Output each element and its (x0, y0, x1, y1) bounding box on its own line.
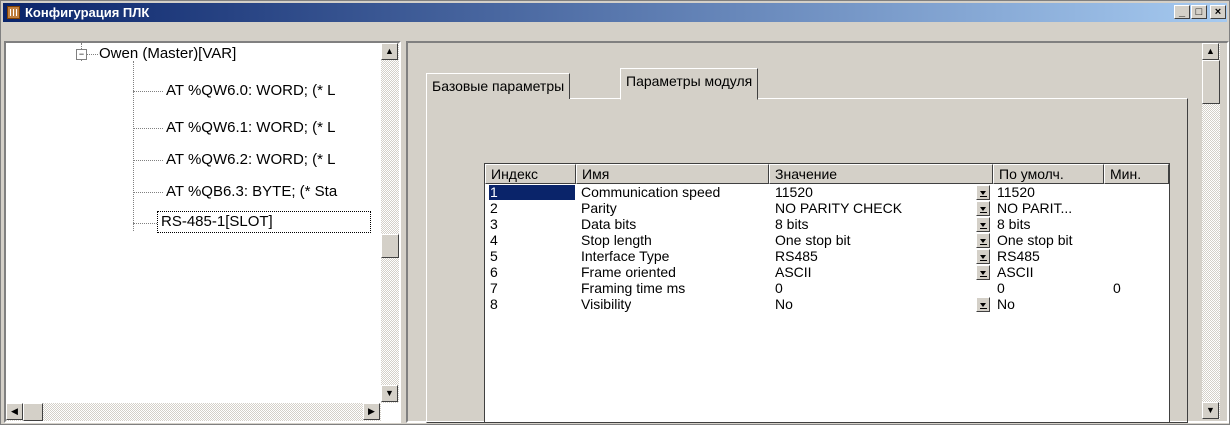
close-button[interactable]: × (1210, 5, 1226, 19)
pane-scroll-up-button[interactable]: ▲ (1202, 43, 1219, 60)
window-title: Конфигурация ПЛК (25, 5, 150, 20)
row-index[interactable]: 3 (490, 216, 498, 232)
tree-line (133, 128, 163, 129)
tree-line (86, 54, 98, 55)
row-index[interactable]: 5 (490, 248, 498, 264)
row-value[interactable]: NO PARITY CHECK (775, 200, 902, 216)
dropdown-arrow-icon[interactable] (976, 249, 990, 264)
selected-cell-highlight (489, 185, 575, 200)
tree-line (133, 91, 163, 92)
row-name[interactable]: Visibility (581, 296, 631, 312)
scroll-up-button[interactable]: ▲ (381, 43, 398, 60)
row-name[interactable]: Framing time ms (581, 280, 685, 296)
title-bar[interactable]: Конфигурация ПЛК _ □ × (3, 3, 1227, 22)
row-value[interactable]: One stop bit (775, 232, 851, 248)
column-header-index[interactable]: Индекс (485, 164, 576, 184)
scroll-right-button[interactable]: ▶ (363, 403, 380, 420)
tree-item[interactable]: AT %QW6.1: WORD; (* L (166, 119, 335, 137)
maximize-button[interactable]: □ (1191, 5, 1207, 19)
column-header-name[interactable]: Имя (576, 164, 769, 184)
row-default: 8 bits (997, 216, 1031, 232)
dropdown-arrow-icon[interactable] (976, 265, 990, 280)
pane-scroll-thumb[interactable] (1202, 60, 1220, 104)
plc-config-window: Конфигурация ПЛК _ □ × − Owen (Master)[V… (0, 0, 1230, 425)
dropdown-arrow-icon[interactable] (976, 185, 990, 200)
column-header-value[interactable]: Значение (769, 164, 993, 184)
params-grid: Индекс Имя Значение По умолч. Мин. 1 Com… (484, 163, 1170, 423)
tab-module-params[interactable]: Параметры модуля (620, 68, 759, 100)
tree-horizontal-scrollbar[interactable] (6, 403, 381, 421)
hscroll-thumb[interactable] (23, 403, 43, 421)
row-default: ASCII (997, 264, 1034, 280)
row-name[interactable]: Parity (581, 200, 617, 216)
row-value[interactable]: 11520 (775, 184, 813, 200)
row-default: NO PARIT... (997, 200, 1073, 216)
row-index[interactable]: 7 (490, 280, 498, 296)
pane-scroll-down-button[interactable]: ▼ (1202, 402, 1219, 419)
plc-config-icon (7, 6, 20, 19)
tab-basic-params[interactable]: Базовые параметры (426, 73, 571, 99)
row-value[interactable]: 8 bits (775, 216, 808, 232)
row-default: RS485 (997, 248, 1040, 264)
tree-line (133, 223, 157, 224)
row-min: 0 (1113, 280, 1121, 296)
row-default: One stop bit (997, 232, 1073, 248)
column-header-default[interactable]: По умолч. (993, 164, 1104, 184)
column-header-min[interactable]: Мин. (1104, 164, 1169, 184)
scroll-down-button[interactable]: ▼ (381, 385, 398, 402)
row-name[interactable]: Frame oriented (581, 264, 676, 280)
minimize-button[interactable]: _ (1174, 5, 1190, 19)
tree-line (133, 61, 134, 231)
row-value[interactable]: RS485 (775, 248, 818, 264)
row-index[interactable]: 4 (490, 232, 498, 248)
row-name[interactable]: Communication speed (581, 184, 720, 200)
row-name[interactable]: Interface Type (581, 248, 669, 264)
row-name[interactable]: Data bits (581, 216, 636, 232)
row-index[interactable]: 8 (490, 296, 498, 312)
row-default: No (997, 296, 1015, 312)
tree-item[interactable]: AT %QW6.0: WORD; (* L (166, 82, 335, 100)
row-value[interactable]: 0 (775, 280, 783, 296)
row-name[interactable]: Stop length (581, 232, 652, 248)
tree-item[interactable]: AT %QW6.2: WORD; (* L (166, 151, 335, 169)
expand-toggle-icon[interactable]: − (76, 45, 87, 63)
tree-vertical-scrollbar[interactable] (381, 43, 399, 403)
tree-item-selected[interactable]: RS-485-1[SLOT] (157, 211, 371, 233)
tree-item-root[interactable]: Owen (Master)[VAR] (99, 45, 236, 63)
tree-line (133, 192, 163, 193)
dropdown-arrow-icon[interactable] (976, 217, 990, 232)
tree-line (133, 160, 163, 161)
dropdown-arrow-icon[interactable] (976, 233, 990, 248)
scroll-thumb[interactable] (381, 234, 399, 258)
dropdown-arrow-icon[interactable] (976, 201, 990, 216)
row-default: 11520 (997, 184, 1035, 200)
row-index[interactable]: 6 (490, 264, 498, 280)
row-index[interactable]: 1 (490, 184, 498, 200)
row-index[interactable]: 2 (490, 200, 498, 216)
config-tree: − Owen (Master)[VAR] AT %QW6.0: WORD; (*… (4, 41, 401, 423)
dropdown-arrow-icon[interactable] (976, 297, 990, 312)
row-value[interactable]: ASCII (775, 264, 812, 280)
row-default: 0 (997, 280, 1005, 296)
tree-item[interactable]: AT %QB6.3: BYTE; (* Sta (166, 183, 337, 201)
scroll-left-button[interactable]: ◀ (6, 403, 23, 420)
row-value[interactable]: No (775, 296, 793, 312)
